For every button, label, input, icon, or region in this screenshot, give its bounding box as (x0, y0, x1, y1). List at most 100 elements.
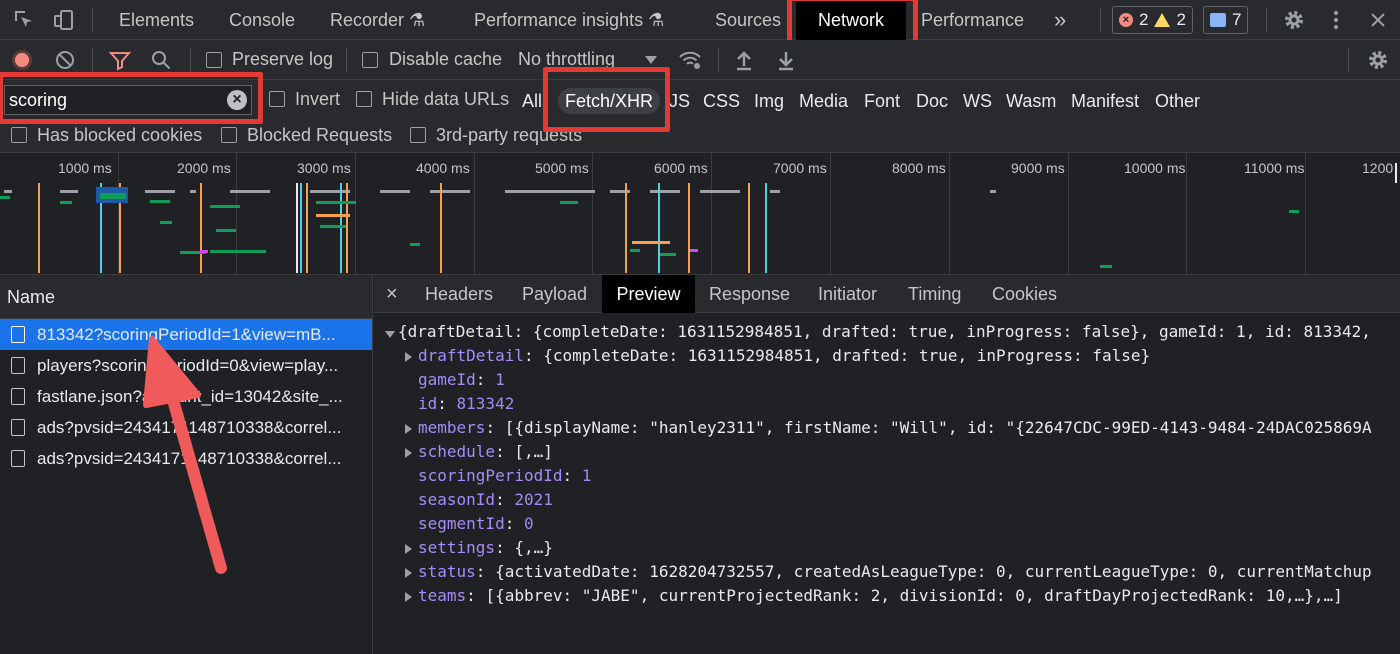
filter-bar: × Invert Hide data URLs All Fetch/XHR JS… (0, 80, 1400, 153)
name-column-header[interactable]: Name (0, 275, 372, 319)
request-row[interactable]: ads?pvsid=2434171148710338&correl... (0, 443, 372, 474)
tab-performance-insights-label: Performance insights (474, 10, 644, 30)
hide-data-urls-checkbox[interactable] (356, 91, 372, 107)
type-filter-other[interactable]: Other (1155, 88, 1200, 114)
request-name: ads?pvsid=2434171148710338&correl... (37, 418, 342, 437)
tab-headers[interactable]: Headers (425, 275, 493, 313)
request-row[interactable]: players?scoringPeriodId=0&view=play... (0, 350, 372, 381)
tab-timing[interactable]: Timing (908, 275, 961, 313)
settings-gear-icon[interactable] (1282, 8, 1306, 32)
filter-input-box[interactable]: × (4, 85, 252, 115)
collapse-arrow-icon[interactable] (385, 331, 395, 338)
network-conditions-icon[interactable] (678, 48, 702, 72)
tab-network[interactable]: Network (796, 0, 906, 40)
request-list-pane: Name 813342?scoringPeriodId=1&view=mB...… (0, 275, 373, 654)
timeline-waterfall-bars (0, 163, 1397, 273)
tab-preview[interactable]: Preview (602, 275, 695, 313)
third-party-requests-checkbox[interactable] (410, 127, 426, 143)
clear-filter-icon[interactable]: × (227, 90, 247, 110)
more-tabs-button[interactable]: » (1054, 0, 1066, 40)
json-property: id: 813342 (418, 394, 514, 413)
json-value: {completeDate: 1631152984851, drafted: t… (543, 346, 1151, 365)
network-overview-timeline[interactable]: 1000 ms 2000 ms 3000 ms 4000 ms 5000 ms … (0, 153, 1400, 275)
tab-payload[interactable]: Payload (522, 275, 587, 313)
search-icon[interactable] (149, 48, 173, 72)
tab-recorder[interactable]: Recorder ⚗ (330, 0, 425, 40)
device-toolbar-icon[interactable] (52, 8, 76, 32)
expand-arrow-icon[interactable] (405, 592, 412, 602)
type-filter-wasm[interactable]: Wasm (1006, 88, 1056, 114)
type-filter-all[interactable]: All (522, 88, 542, 114)
record-icon[interactable] (12, 50, 32, 70)
json-colon: : (475, 370, 496, 389)
close-detail-button[interactable]: × (386, 275, 398, 313)
expand-arrow-icon[interactable] (405, 544, 412, 554)
filter-icon[interactable] (108, 48, 132, 72)
tab-console[interactable]: Console (229, 0, 295, 40)
json-root-summary[interactable]: {draftDetail: {completeDate: 16311529848… (398, 322, 1371, 341)
throttling-select[interactable]: No throttling (518, 49, 615, 70)
expand-arrow-icon[interactable] (405, 448, 412, 458)
expand-arrow-icon[interactable] (405, 568, 412, 578)
network-toolbar: Preserve log Disable cache No throttling (0, 40, 1400, 80)
preserve-log-checkbox[interactable] (206, 52, 222, 68)
has-blocked-cookies-checkbox[interactable] (11, 127, 27, 143)
json-value: {,…} (514, 538, 553, 557)
json-property[interactable]: teams: [{abbrev: "JABE", currentProjecte… (418, 586, 1343, 605)
tab-elements[interactable]: Elements (119, 0, 194, 40)
request-row[interactable]: ads?pvsid=2434171148710338&correl... (0, 412, 372, 443)
json-property[interactable]: settings: {,…} (418, 538, 553, 557)
issues-counter[interactable]: × 2 2 (1112, 6, 1193, 34)
json-value: 1 (581, 466, 592, 485)
type-filter-img[interactable]: Img (754, 88, 784, 114)
type-filter-doc[interactable]: Doc (916, 88, 948, 114)
type-filter-media[interactable]: Media (799, 88, 848, 114)
tab-performance[interactable]: Performance (921, 0, 1024, 40)
json-key: status (418, 562, 476, 581)
json-key: settings (418, 538, 496, 557)
expand-arrow-icon[interactable] (405, 352, 412, 362)
filter-input[interactable] (9, 89, 219, 111)
json-property[interactable]: schedule: [,…] (418, 442, 553, 461)
type-filter-fetch-xhr[interactable]: Fetch/XHR (558, 88, 661, 114)
more-options-icon[interactable] (1324, 8, 1348, 32)
json-value: 1 (495, 370, 505, 389)
type-filter-js[interactable]: JS (669, 88, 690, 114)
expand-arrow-icon[interactable] (405, 424, 412, 434)
json-colon: : (495, 538, 515, 557)
error-icon: × (1119, 13, 1133, 27)
invert-checkbox[interactable] (269, 91, 285, 107)
message-icon (1210, 13, 1226, 27)
json-value: [{displayName: "hanley2311", firstName: … (504, 418, 1372, 437)
json-colon: : (523, 346, 544, 365)
clear-icon[interactable] (53, 48, 77, 72)
type-filter-css[interactable]: CSS (703, 88, 740, 114)
json-property[interactable]: draftDetail: {completeDate: 163115298485… (418, 346, 1150, 365)
type-filter-font[interactable]: Font (864, 88, 900, 114)
disable-cache-checkbox[interactable] (362, 52, 378, 68)
request-row[interactable]: 813342?scoringPeriodId=1&view=mB... (0, 319, 372, 350)
request-row[interactable]: fastlane.json?account_id=13042&site_... (0, 381, 372, 412)
invert-label: Invert (295, 89, 341, 109)
chevron-down-icon[interactable] (645, 56, 657, 64)
tab-performance-insights[interactable]: Performance insights ⚗ (474, 0, 664, 40)
json-key: seasonId (418, 490, 496, 509)
tab-response[interactable]: Response (709, 275, 790, 313)
network-settings-gear-icon[interactable] (1366, 48, 1390, 72)
blocked-requests-label: Blocked Requests (247, 125, 393, 145)
flask-icon: ⚗ (409, 10, 426, 30)
tab-initiator[interactable]: Initiator (818, 275, 877, 313)
import-har-icon[interactable] (732, 48, 756, 72)
inspect-element-icon[interactable] (12, 8, 36, 32)
json-value: 2021 (514, 490, 553, 509)
close-devtools-icon[interactable] (1366, 8, 1390, 32)
blocked-requests-checkbox[interactable] (221, 127, 237, 143)
tab-cookies[interactable]: Cookies (992, 275, 1057, 313)
type-filter-ws[interactable]: WS (963, 88, 992, 114)
type-filter-manifest[interactable]: Manifest (1071, 88, 1139, 114)
tab-sources[interactable]: Sources (715, 0, 781, 40)
export-har-icon[interactable] (774, 48, 798, 72)
messages-counter[interactable]: 7 (1203, 6, 1249, 34)
json-property[interactable]: members: [{displayName: "hanley2311", fi… (418, 418, 1372, 437)
json-property[interactable]: status: {activatedDate: 1628204732557, c… (418, 562, 1372, 581)
